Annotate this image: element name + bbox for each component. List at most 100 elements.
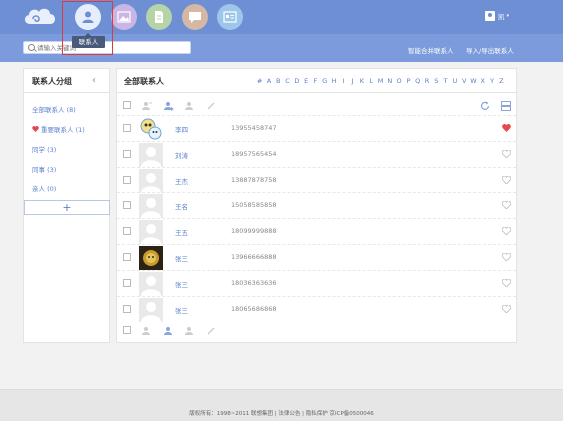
contact-row[interactable]: 张三 18036363636 xyxy=(117,269,516,296)
add-contact-icon[interactable] xyxy=(142,101,152,111)
contact-row[interactable]: 张三 13966666888 xyxy=(117,244,516,270)
nav-cards-button[interactable] xyxy=(217,4,243,30)
letter-index-item[interactable]: A xyxy=(264,77,273,85)
move-contact-icon[interactable] xyxy=(164,326,174,336)
letter-index-item[interactable]: K xyxy=(357,77,366,85)
contact-name[interactable]: 张三 xyxy=(175,253,188,263)
contact-avatar xyxy=(139,194,163,219)
letter-index-item[interactable]: J xyxy=(348,77,357,85)
chevron-down-icon: ▾ xyxy=(506,13,510,19)
favorite-heart-icon[interactable] xyxy=(502,227,511,236)
nav-messages-button[interactable] xyxy=(182,4,208,30)
contact-checkbox[interactable] xyxy=(123,304,131,313)
remove-contact-icon[interactable] xyxy=(185,326,195,336)
contact-checkbox[interactable] xyxy=(123,201,131,210)
contact-checkbox[interactable] xyxy=(123,124,131,132)
user-avatar-icon xyxy=(485,11,495,21)
contact-row[interactable]: 王杰 13887878758 xyxy=(117,166,516,193)
contact-phone: 18065686868 xyxy=(231,304,277,313)
user-name: 凯 xyxy=(498,13,505,21)
contact-name[interactable]: 李四 xyxy=(175,124,188,134)
favorite-heart-icon[interactable] xyxy=(502,175,511,184)
letter-index-item[interactable]: Z xyxy=(497,77,506,85)
letter-index-item[interactable]: N xyxy=(385,77,394,85)
favorite-heart-icon[interactable] xyxy=(502,201,511,210)
contact-phone: 13955458747 xyxy=(231,124,277,132)
contact-row[interactable]: 王五 18099999888 xyxy=(117,218,516,245)
add-contact-icon[interactable] xyxy=(142,326,152,336)
letter-index-item[interactable]: E xyxy=(301,77,310,85)
contact-avatar xyxy=(139,168,163,193)
favorite-heart-icon[interactable] xyxy=(502,124,511,132)
letter-index-item[interactable]: V xyxy=(460,77,469,85)
contact-checkbox[interactable] xyxy=(123,149,131,158)
favorite-heart-icon[interactable] xyxy=(502,149,511,158)
grid-view-icon[interactable] xyxy=(501,101,511,111)
contacts-panel: 全部联系人 # A B C D E F G H I J K L M N O P Q R S T U V W X Y Z 李四 1395… xyxy=(116,68,517,343)
contact-name[interactable]: 刘涛 xyxy=(175,150,188,160)
remove-contact-icon[interactable] xyxy=(185,101,195,111)
letter-index-item[interactable]: Q xyxy=(413,77,422,85)
favorite-heart-icon[interactable] xyxy=(502,278,511,287)
select-all-checkbox[interactable] xyxy=(123,101,131,109)
contact-name[interactable]: 张三 xyxy=(175,279,188,289)
select-all-checkbox[interactable] xyxy=(123,326,131,334)
letter-index-item[interactable]: W xyxy=(469,77,478,85)
contact-name[interactable]: 王名 xyxy=(175,201,188,211)
letter-index-item[interactable]: P xyxy=(404,77,413,85)
delete-icon[interactable] xyxy=(206,326,216,336)
contact-avatar xyxy=(139,271,163,296)
group-item-label: 同事 (3) xyxy=(32,166,57,174)
group-item-classmates[interactable]: 同学 (3) xyxy=(32,144,56,154)
contact-name[interactable]: 王五 xyxy=(175,227,188,237)
favorite-heart-icon[interactable] xyxy=(502,304,511,313)
letter-index-item[interactable]: F xyxy=(311,77,320,85)
group-item-label: 亲人 (0) xyxy=(32,185,57,193)
letter-index-item[interactable]: G xyxy=(320,77,329,85)
refresh-icon[interactable] xyxy=(480,101,490,111)
nav-photos-button[interactable] xyxy=(111,4,137,30)
letter-index-item[interactable]: # xyxy=(255,77,264,85)
letter-index-item[interactable]: I xyxy=(339,77,348,85)
group-item-colleagues[interactable]: 同事 (3) xyxy=(32,164,56,174)
move-contact-icon[interactable] xyxy=(164,101,174,111)
nav-tooltip: 联系人 xyxy=(72,33,105,48)
contact-checkbox[interactable] xyxy=(123,175,131,184)
letter-index-item[interactable]: T xyxy=(441,77,450,85)
favorite-heart-icon[interactable] xyxy=(502,253,511,261)
add-group-button[interactable]: + xyxy=(24,200,110,215)
letter-index-item[interactable]: B xyxy=(274,77,283,85)
letter-index-item[interactable]: Y xyxy=(487,77,496,85)
group-item-all[interactable]: 全部联系人 (8) xyxy=(32,104,76,114)
contact-row[interactable]: 张三 18065686868 xyxy=(117,295,516,322)
contact-row[interactable]: 刘涛 18957565454 xyxy=(117,140,516,167)
contact-name[interactable]: 张三 xyxy=(175,305,188,315)
merge-contacts-link[interactable]: 智能合并联系人 xyxy=(408,45,454,55)
letter-index-item[interactable]: R xyxy=(422,77,431,85)
letter-index-item[interactable]: X xyxy=(478,77,487,85)
collapse-left-icon[interactable]: ‹ xyxy=(92,75,96,86)
contact-row[interactable]: 王名 15058585858 xyxy=(117,192,516,219)
delete-icon[interactable] xyxy=(206,101,216,111)
divider xyxy=(24,92,109,93)
contact-row[interactable]: 李四 13955458747 xyxy=(117,115,516,141)
group-item-family[interactable]: 亲人 (0) xyxy=(32,183,56,193)
letter-index-item[interactable]: C xyxy=(283,77,292,85)
letter-index-item[interactable]: L xyxy=(367,77,376,85)
letter-index-item[interactable]: H xyxy=(329,77,338,85)
import-export-link[interactable]: 导入/导出联系人 xyxy=(466,45,514,55)
letter-index-item[interactable]: M xyxy=(376,77,385,85)
group-item-important[interactable]: 重要联系人 (1) xyxy=(32,124,85,134)
alphabet-index: # A B C D E F G H I J K L M N O P Q R S T U V W X Y Z xyxy=(255,77,506,85)
letter-index-item[interactable]: D xyxy=(292,77,301,85)
letter-index-item[interactable]: O xyxy=(394,77,403,85)
cloud-logo-icon[interactable] xyxy=(22,6,58,28)
nav-files-button[interactable] xyxy=(146,4,172,30)
contact-checkbox[interactable] xyxy=(123,227,131,236)
contact-checkbox[interactable] xyxy=(123,253,131,261)
contact-checkbox[interactable] xyxy=(123,278,131,287)
contact-name[interactable]: 王杰 xyxy=(175,176,188,186)
letter-index-item[interactable]: S xyxy=(432,77,441,85)
user-menu[interactable]: 凯 ▾ xyxy=(485,10,509,22)
letter-index-item[interactable]: U xyxy=(450,77,459,85)
